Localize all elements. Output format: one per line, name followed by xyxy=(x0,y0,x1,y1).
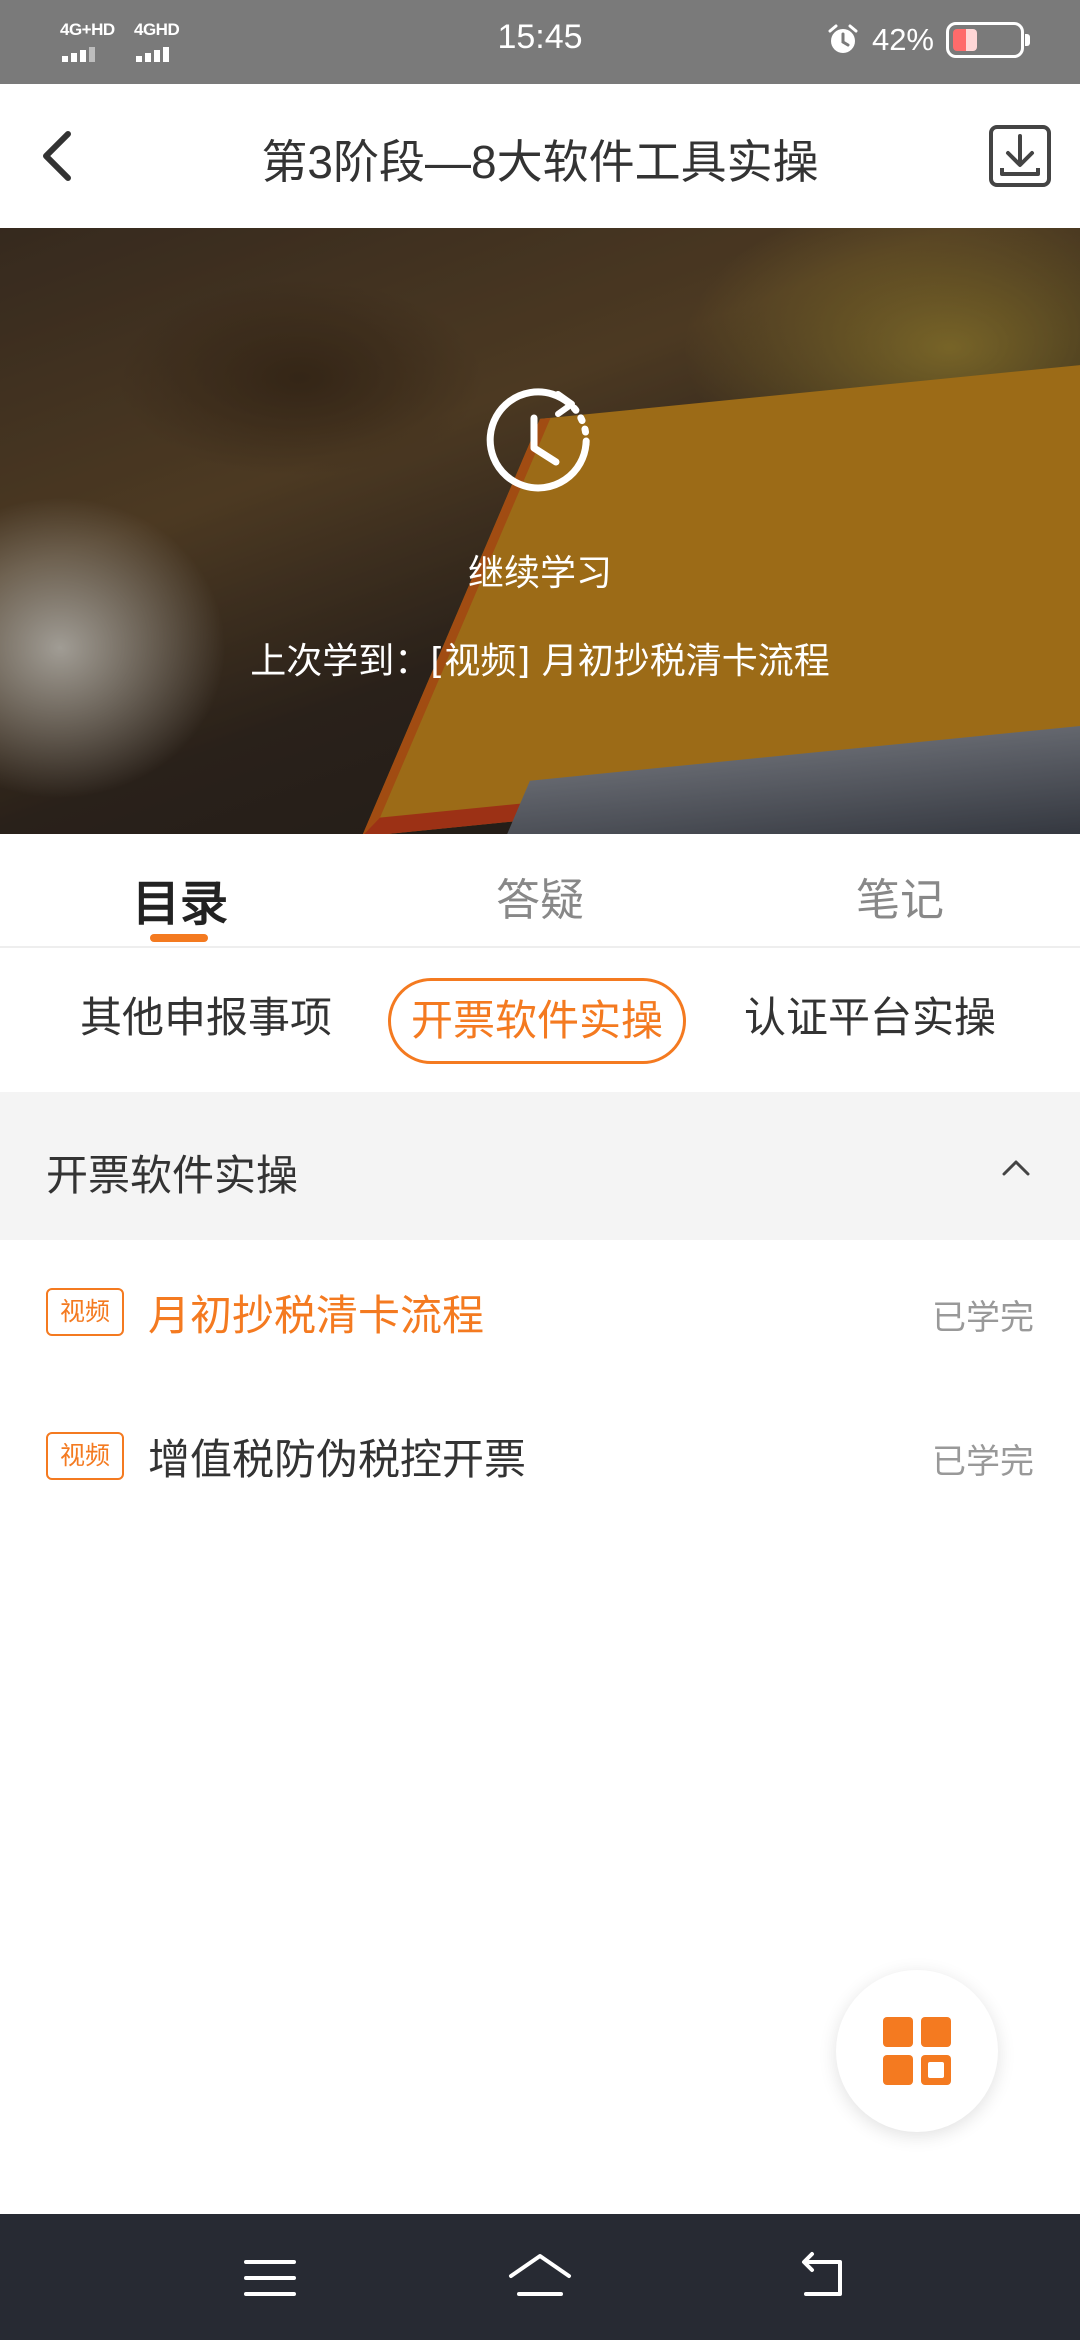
chapter-chip-scroller[interactable]: 其他申报事项 开票软件实操 认证平台实操 xyxy=(0,948,1080,1092)
tab-catalog[interactable]: 目录 xyxy=(60,864,300,934)
chip-certification-platform[interactable]: 认证平台实操 xyxy=(744,978,996,1064)
lesson-item[interactable]: 视频 增值税防伪税控开票 已学完 xyxy=(0,1384,1080,1528)
back-icon[interactable] xyxy=(792,2248,852,2308)
lesson-status: 已学完 xyxy=(932,1298,1034,1338)
grid-icon xyxy=(883,2017,951,2085)
banner-overlay xyxy=(0,228,1080,834)
lesson-title[interactable]: 月初抄税清卡流程 xyxy=(148,1282,484,1343)
battery-icon xyxy=(946,22,1030,58)
battery-percent: 42% xyxy=(871,22,934,57)
download-button[interactable] xyxy=(988,124,1052,188)
status-right: 42% xyxy=(826,22,1030,58)
lesson-title[interactable]: 增值税防伪税控开票 xyxy=(148,1426,526,1487)
menu-icon[interactable] xyxy=(240,2248,300,2308)
status-bar: 4G+HD 4GHD 15:45 42% xyxy=(0,0,1080,84)
tab-qa[interactable]: 答疑 xyxy=(420,864,660,928)
last-learned-text: 上次学到：[视频] 月初抄税清卡流程 xyxy=(250,641,830,682)
chevron-up-icon[interactable] xyxy=(996,1148,1036,1188)
tab-bar: 目录 答疑 笔记 xyxy=(0,834,1080,948)
alarm-icon xyxy=(828,24,858,53)
header: 第3阶段—8大软件工具实操 xyxy=(0,84,1080,228)
section-header[interactable]: 开票软件实操 xyxy=(0,1092,1080,1240)
chip-other-declarations[interactable]: 其他申报事项 xyxy=(80,978,332,1064)
lesson-item[interactable]: 视频 月初抄税清卡流程 已学完 xyxy=(0,1240,1080,1384)
chip-invoice-software[interactable]: 开票软件实操 xyxy=(388,978,687,1064)
active-tab-indicator xyxy=(150,934,208,942)
video-badge: 视频 xyxy=(46,1432,124,1480)
tab-notes[interactable]: 笔记 xyxy=(780,864,1020,928)
video-badge: 视频 xyxy=(46,1288,124,1336)
back-button[interactable] xyxy=(22,120,94,192)
lesson-status: 已学完 xyxy=(932,1442,1034,1482)
page-title: 第3阶段—8大软件工具实操 xyxy=(261,136,819,188)
system-navigation-bar xyxy=(0,2214,1080,2340)
section-title: 开票软件实操 xyxy=(46,1151,299,1200)
history-clock-icon[interactable] xyxy=(478,382,602,506)
continue-learning-banner[interactable]: 继续学习 上次学到：[视频] 月初抄税清卡流程 xyxy=(0,228,1080,834)
chevron-left-icon xyxy=(43,131,71,181)
home-icon[interactable] xyxy=(505,2248,575,2308)
floating-menu-button[interactable] xyxy=(836,1970,998,2132)
continue-learning-label[interactable]: 继续学习 xyxy=(0,544,1080,596)
battery-level xyxy=(953,29,977,51)
